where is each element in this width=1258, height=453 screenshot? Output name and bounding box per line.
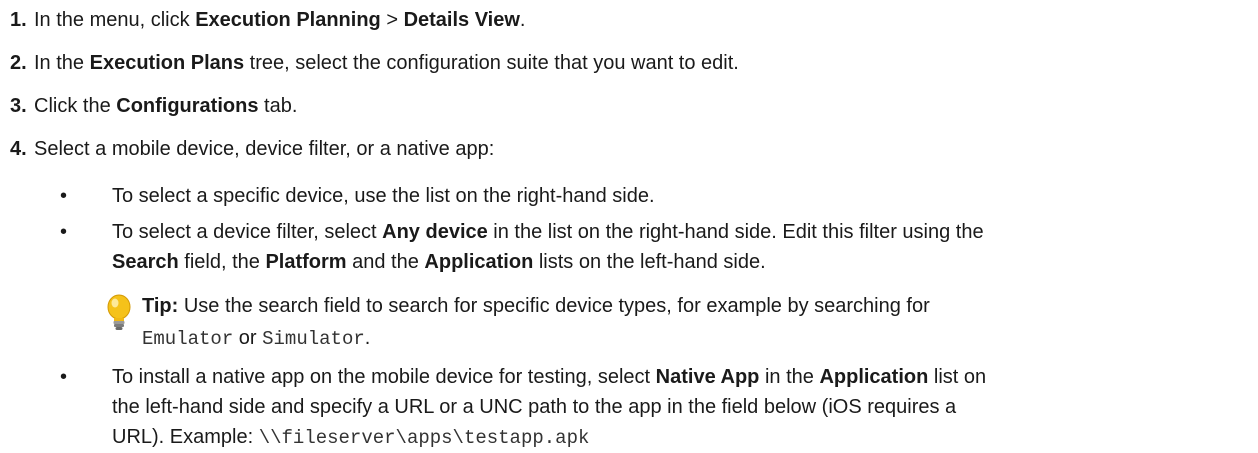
bullet-marker: • bbox=[60, 221, 68, 243]
application-term: Application bbox=[819, 366, 929, 388]
menu-details-view: Details View bbox=[403, 9, 520, 31]
step-4: 4. Select a mobile device, device filter,… bbox=[10, 138, 495, 160]
code-simulator: Simulator bbox=[262, 328, 365, 350]
platform-term: Platform bbox=[265, 251, 347, 273]
native-app-term: Native App bbox=[655, 366, 760, 388]
tip-line: Tip: Use the search field to search for … bbox=[142, 295, 930, 317]
step-2: 2. In the Execution Plans tree, select th… bbox=[10, 52, 739, 74]
search-term: Search bbox=[112, 251, 179, 273]
bullet-line: URL). Example: \\fileserver\apps\testapp… bbox=[112, 426, 590, 449]
menu-execution-planning: Execution Planning bbox=[195, 9, 381, 31]
code-emulator: Emulator bbox=[142, 328, 234, 350]
application-term: Application bbox=[424, 251, 534, 273]
bullet-line: the left-hand side and specify a URL or … bbox=[112, 396, 957, 418]
tip-note: Tip: Use the search field to search for … bbox=[107, 291, 1242, 350]
tip-line: Emulator or Simulator. bbox=[142, 327, 371, 350]
tip-label: Tip: bbox=[142, 295, 179, 317]
step-number: 1. bbox=[10, 9, 27, 31]
step-number: 2. bbox=[10, 52, 27, 74]
bullet-marker: • bbox=[60, 366, 68, 388]
execution-plans-term: Execution Plans bbox=[89, 52, 245, 74]
step-number: 4. bbox=[10, 138, 27, 160]
configurations-term: Configurations bbox=[116, 95, 259, 117]
bullet-line: Search field, the Platform and the Appli… bbox=[112, 251, 766, 273]
any-device-term: Any device bbox=[382, 221, 488, 243]
bullet-marker: • bbox=[60, 185, 68, 207]
step-1: 1. In the menu, click Execution Planning … bbox=[10, 9, 526, 31]
code-unc-path: \\fileserver\apps\testapp.apk bbox=[258, 427, 590, 449]
step-3: 3. Click the Configurations tab. bbox=[10, 95, 298, 117]
bullet-line: To install a native app on the mobile de… bbox=[112, 366, 987, 388]
bullet-line: To select a device filter, select Any de… bbox=[112, 221, 984, 243]
step-number: 3. bbox=[10, 95, 27, 117]
lightbulb-icon bbox=[107, 294, 131, 330]
